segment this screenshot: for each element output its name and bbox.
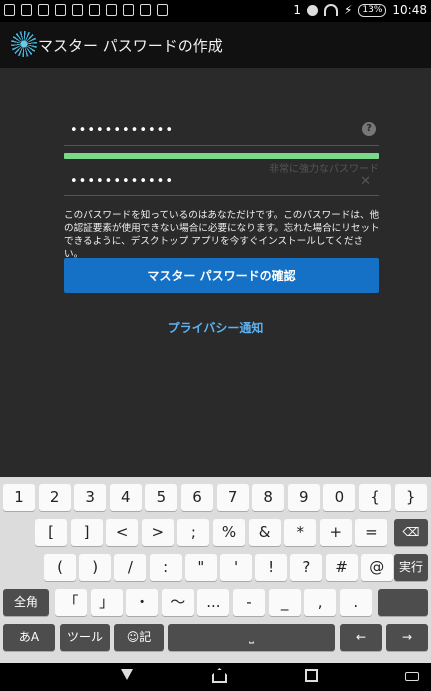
key[interactable]: #	[325, 554, 358, 581]
keyboard-row-1: 1 2 3 4 5 6 7 8 9 0{}	[0, 484, 431, 512]
clock: 10:48	[392, 3, 427, 17]
app-logo-icon	[11, 31, 37, 57]
key[interactable]: 2	[38, 484, 71, 511]
language-switch-key[interactable]: あA	[3, 624, 55, 651]
enter-key[interactable]: 実行	[394, 554, 428, 581]
home-icon[interactable]	[212, 668, 227, 683]
key[interactable]: 〜	[161, 589, 194, 616]
notification-icon	[106, 4, 117, 16]
keyboard-switch-icon[interactable]	[405, 672, 419, 681]
page-title: マスター パスワードの作成	[38, 37, 223, 55]
recent-apps-icon[interactable]	[305, 669, 318, 682]
key[interactable]: .	[339, 589, 372, 616]
key[interactable]: 6	[181, 484, 213, 511]
keyboard-row-2: [] < >;% & * + = ⌫	[0, 519, 431, 547]
notification-icon	[4, 4, 15, 16]
info-text: このパスワードを知っているのはあなただけです。このパスワードは、他の認証要素が使…	[64, 210, 380, 260]
key[interactable]: 9	[287, 484, 320, 511]
key[interactable]: '	[220, 554, 252, 581]
key[interactable]: 5	[145, 484, 178, 511]
key[interactable]: {	[359, 484, 391, 511]
key[interactable]: [	[35, 519, 67, 546]
key[interactable]: +	[319, 519, 352, 546]
blank-key[interactable]	[378, 589, 428, 616]
wifi-icon	[323, 4, 338, 16]
privacy-notice-link[interactable]: プライバシー通知	[0, 319, 431, 336]
key[interactable]: :	[149, 554, 182, 581]
keyboard-row-3: () /: " '!? # @ 実行	[0, 554, 431, 582]
notification-icon	[89, 4, 100, 16]
key[interactable]: -	[233, 589, 265, 616]
key[interactable]: 」	[90, 589, 123, 616]
help-icon[interactable]: ?	[362, 122, 376, 136]
key[interactable]: /	[114, 554, 147, 581]
key[interactable]: 7	[216, 484, 249, 511]
master-password-value: ••••••••••••	[70, 123, 175, 138]
cursor-left-key[interactable]: ←	[340, 624, 382, 651]
key[interactable]: >	[141, 519, 174, 546]
zenkaku-mode-key[interactable]: 全角	[3, 589, 49, 616]
password-strength-bar	[64, 153, 379, 159]
soft-keyboard: 1 2 3 4 5 6 7 8 9 0{} [] < >;% & * + = ⌫ () /: " '!? # @ 実行 全角…	[0, 477, 431, 663]
keyboard-row-5: あA ツール ☺記 ⎵ ← →	[0, 624, 431, 652]
key[interactable]: 3	[74, 484, 107, 511]
key[interactable]: ]	[70, 519, 103, 546]
key[interactable]: (	[44, 554, 76, 581]
key[interactable]: <	[106, 519, 139, 546]
key[interactable]: ;	[177, 519, 210, 546]
notification-icon	[140, 4, 151, 16]
signal-indicator: 1	[293, 3, 301, 17]
key[interactable]: !	[255, 554, 288, 581]
notification-icon	[21, 4, 32, 16]
key[interactable]: &	[248, 519, 281, 546]
notification-icon	[123, 4, 134, 16]
notification-icon	[72, 4, 83, 16]
notification-icons	[4, 4, 168, 16]
key[interactable]: 0	[323, 484, 356, 511]
tools-key[interactable]: ツール	[60, 624, 110, 651]
key[interactable]: "	[184, 554, 217, 581]
key[interactable]: %	[213, 519, 245, 546]
key[interactable]: 8	[252, 484, 285, 511]
key[interactable]: ...	[197, 589, 230, 616]
dnd-icon	[306, 4, 318, 16]
key[interactable]: 4	[109, 484, 142, 511]
notification-icon	[157, 4, 168, 16]
confirm-password-field[interactable]: •••••••••••• ✕	[64, 172, 379, 196]
master-password-field[interactable]: •••••••••••• ?	[64, 120, 379, 146]
emoji-key[interactable]: ☺記	[114, 624, 164, 651]
navigation-bar	[0, 663, 431, 691]
key[interactable]: }	[394, 484, 427, 511]
keyboard-row-4: 全角「」・〜... - _,.	[0, 589, 431, 617]
key[interactable]: )	[79, 554, 112, 581]
charging-icon: ⚡	[343, 3, 353, 17]
back-icon[interactable]	[121, 669, 133, 680]
key[interactable]: =	[355, 519, 388, 546]
confirm-password-value: ••••••••••••	[70, 174, 175, 189]
key[interactable]: 1	[3, 484, 35, 511]
main-content: •••••••••••• ? 非常に強力なパスワード •••••••••••• …	[0, 68, 431, 477]
confirm-master-password-button[interactable]: マスター パスワードの確認	[64, 258, 379, 293]
key[interactable]: _	[268, 589, 301, 616]
notification-icon	[55, 4, 66, 16]
key[interactable]: @	[360, 554, 393, 581]
backspace-key[interactable]: ⌫	[394, 519, 428, 546]
clear-icon[interactable]: ✕	[360, 174, 371, 189]
notification-icon	[38, 4, 49, 16]
app-bar: マスター パスワードの作成	[0, 22, 431, 68]
cursor-right-key[interactable]: →	[386, 624, 428, 651]
key[interactable]: ,	[304, 589, 337, 616]
space-key[interactable]: ⎵	[168, 624, 335, 651]
battery-icon: 13%	[358, 3, 387, 17]
key[interactable]: ・	[126, 589, 159, 616]
key[interactable]: 「	[55, 589, 87, 616]
key[interactable]: ?	[290, 554, 323, 581]
status-bar: 1 ⚡ 13% 10:48	[0, 0, 431, 22]
key[interactable]: *	[284, 519, 317, 546]
